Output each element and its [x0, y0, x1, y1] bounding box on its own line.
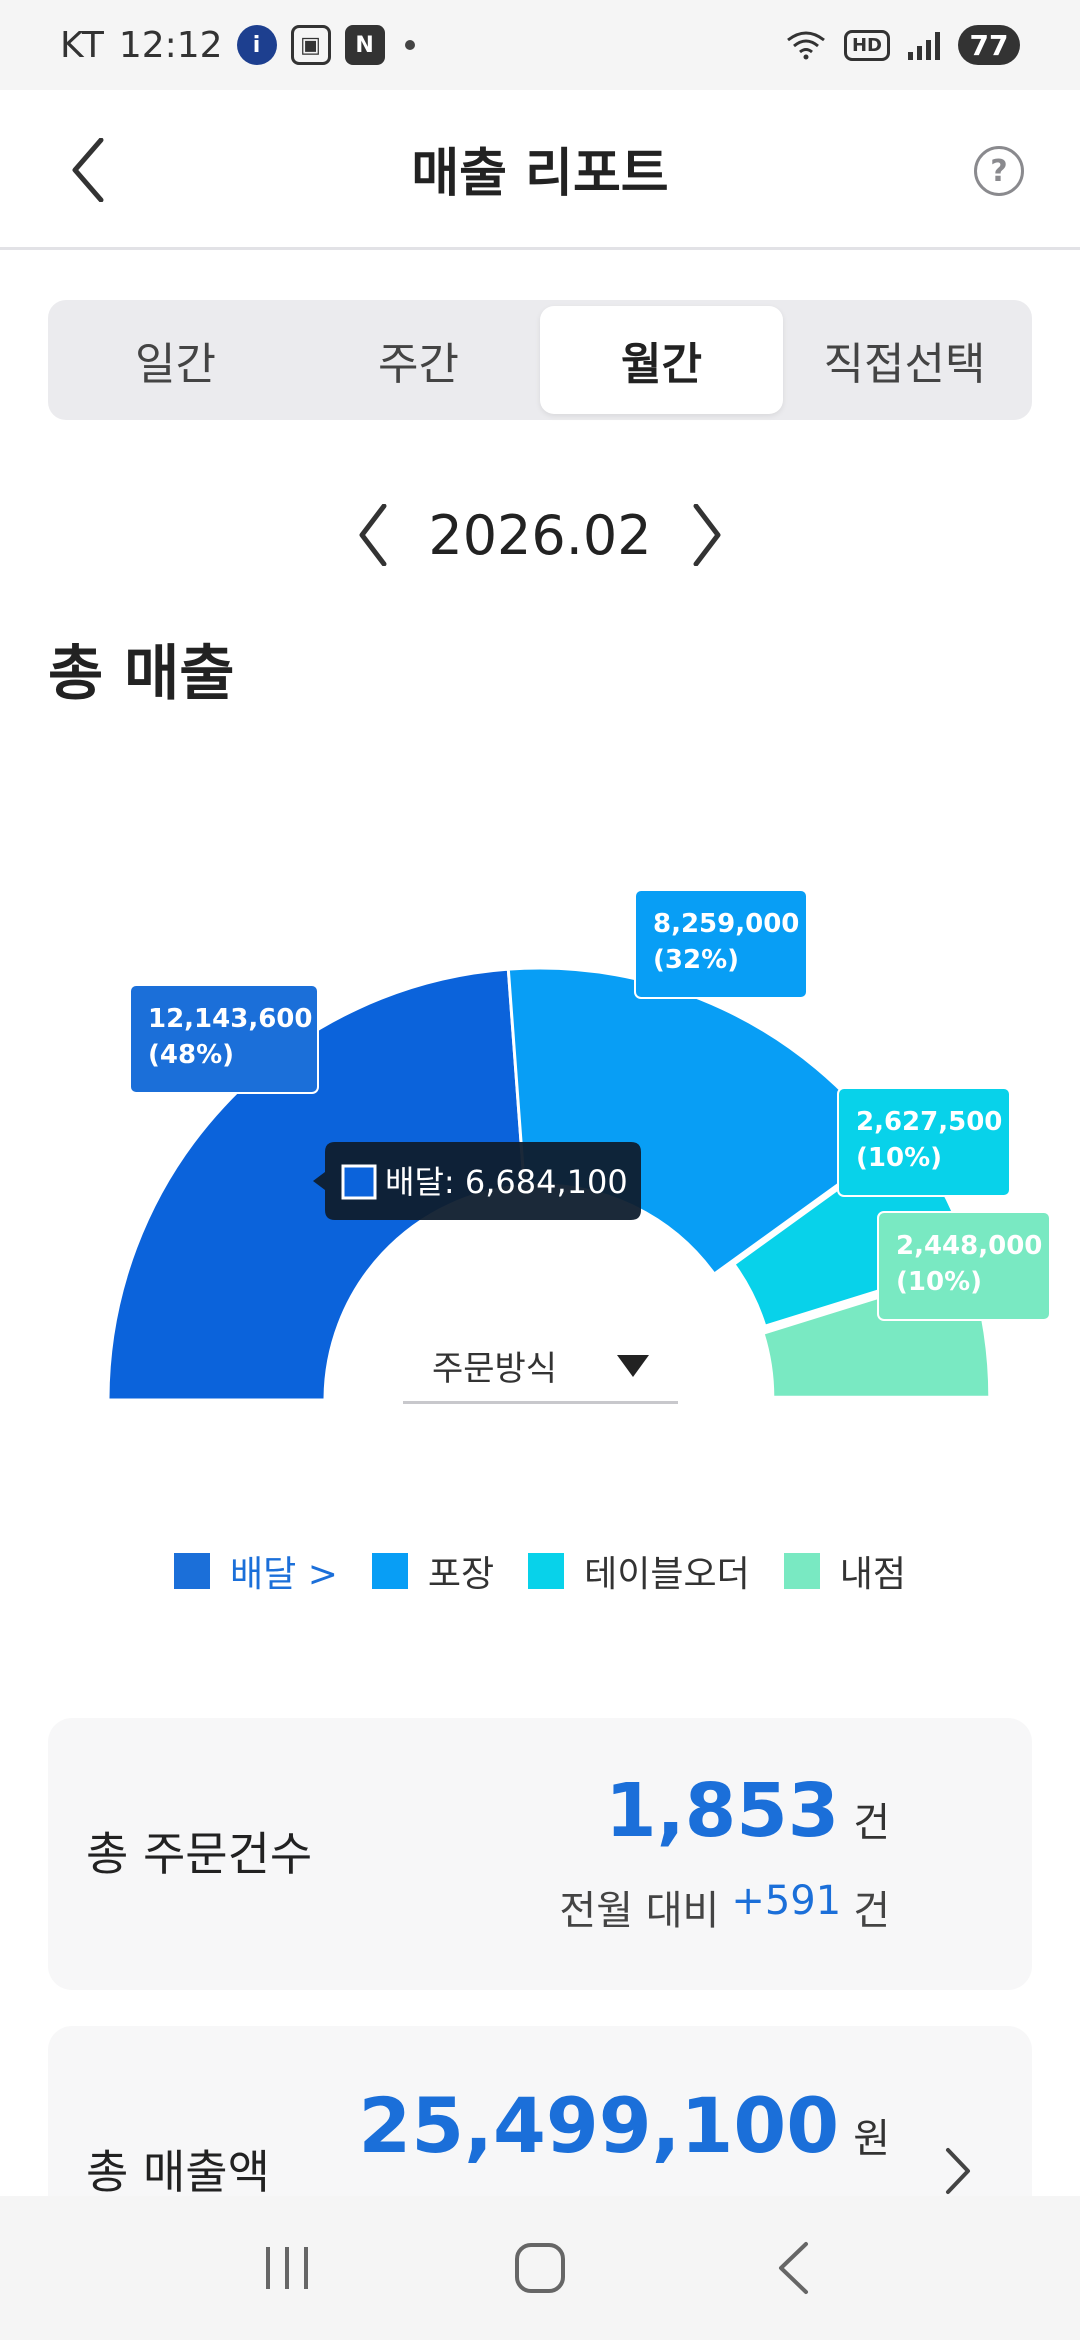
total-orders-label: 총 주문건수 [86, 1827, 313, 1881]
gallery-notification-icon: ▣ [290, 25, 331, 65]
status-right: HD 77 [786, 25, 1020, 65]
chart-data-label-text: 2,627,500 [856, 1107, 1002, 1137]
recent-apps-button[interactable] [247, 2228, 327, 2308]
app-header: 매출 리포트 ? [0, 90, 1080, 250]
chevron-left-icon [359, 504, 387, 566]
order-method-dropdown[interactable]: 주문방식 [403, 1330, 678, 1404]
chart-data-label-text: 12,143,600 [148, 1004, 312, 1034]
hd-voice-icon: HD [843, 29, 890, 61]
total-sales-value: 25,499,100 [358, 2081, 840, 2170]
chart-tooltip: 배달: 6,684,100 [313, 1142, 641, 1220]
naver-notification-icon: N [344, 25, 385, 65]
total-orders-value-row: 1,853 건 [605, 1768, 890, 1854]
recent-apps-icon [265, 2247, 308, 2289]
status-bar: KT 12:12 i ▣ N HD 77 [0, 0, 1080, 90]
chart-data-label-text: (32%) [653, 945, 739, 975]
compare-unit: 건 [853, 1888, 890, 1934]
chart-data-label-takeout: 8,259,000 (32%) [634, 889, 808, 999]
period-selector: 2026.02 [0, 490, 1080, 580]
total-sales-unit: 원 [853, 2116, 890, 2162]
legend-label: 포장 [427, 1554, 495, 1595]
tab-monthly[interactable]: 월간 [540, 306, 783, 414]
clock: 12:12 [118, 24, 223, 66]
caret-down-icon [617, 1354, 650, 1377]
total-sales-label: 총 매출액 [86, 2145, 270, 2199]
tooltip-swatch [341, 1164, 377, 1200]
legend-item-takeout[interactable]: 포장 [371, 1545, 495, 1597]
chevron-right-icon [693, 504, 721, 566]
status-left: KT 12:12 i ▣ N [60, 25, 415, 66]
help-button[interactable]: ? [974, 146, 1024, 196]
previous-period-button[interactable] [348, 495, 398, 575]
period-label: 2026.02 [428, 503, 652, 567]
back-icon [779, 2242, 809, 2294]
order-method-label: 주문방식 [431, 1349, 558, 1389]
compare-delta: +591 [731, 1878, 842, 1924]
chart-data-label-text: 8,259,000 [653, 909, 799, 939]
legend-label: 배달 > [230, 1554, 338, 1595]
legend-swatch [783, 1553, 820, 1589]
chart-data-label-dine-in: 2,448,000 (10%) [877, 1211, 1051, 1321]
chart-legend: 배달 > 포장 테이블오더 내점 [0, 1545, 1080, 1597]
tab-daily[interactable]: 일간 [54, 306, 297, 414]
compare-prefix: 전월 대비 [559, 1888, 720, 1934]
system-back-button[interactable] [753, 2228, 833, 2308]
app-notification-icon: i [236, 25, 277, 65]
system-nav-bar [0, 2196, 1080, 2340]
legend-swatch [174, 1553, 211, 1589]
section-title: 총 매출 [48, 639, 235, 709]
chart-data-label-table-order: 2,627,500 (10%) [837, 1087, 1011, 1197]
carrier-label: KT [60, 24, 105, 66]
legend-swatch [371, 1553, 408, 1589]
chevron-left-icon [72, 138, 104, 202]
chart-data-label-text: 2,448,000 [896, 1231, 1042, 1261]
period-tabs: 일간 주간 월간 직접선택 [48, 300, 1032, 420]
home-button[interactable] [500, 2228, 580, 2308]
wifi-icon [787, 31, 825, 60]
total-orders-value: 1,853 [605, 1768, 840, 1854]
battery-icon: 77 [958, 25, 1020, 65]
home-icon [514, 2243, 565, 2293]
signal-icon [908, 30, 940, 60]
tab-weekly[interactable]: 주간 [297, 306, 540, 414]
total-orders-unit: 건 [853, 1800, 890, 1846]
tab-custom[interactable]: 직접선택 [783, 306, 1026, 414]
legend-label: 내점 [839, 1554, 906, 1595]
chart-data-label-delivery: 12,143,600 (48%) [129, 984, 319, 1094]
orders-compare: 전월 대비 +591 건 [559, 1878, 890, 1936]
tooltip-text: 배달: 6,684,100 [385, 1163, 628, 1201]
total-sales-value-row: 25,499,100 원 [358, 2081, 890, 2170]
question-icon: ? [990, 153, 1008, 189]
chevron-right-icon [946, 2148, 970, 2194]
chart-data-label-text: (10%) [896, 1267, 982, 1297]
back-button[interactable] [58, 130, 118, 210]
chart-data-label-text: (48%) [148, 1040, 234, 1070]
legend-swatch [528, 1553, 565, 1589]
legend-label: 테이블오더 [584, 1554, 750, 1595]
chart-data-label-text: (10%) [856, 1143, 942, 1173]
next-period-button[interactable] [682, 495, 732, 575]
legend-item-delivery[interactable]: 배달 > [174, 1545, 338, 1597]
more-notifications-dot-icon [404, 40, 415, 50]
page-title: 매출 리포트 [411, 144, 669, 204]
total-orders-card: 총 주문건수 1,853 건 전월 대비 +591 건 [48, 1718, 1032, 1990]
legend-item-table-order[interactable]: 테이블오더 [528, 1545, 750, 1597]
legend-item-dine-in[interactable]: 내점 [783, 1545, 906, 1597]
